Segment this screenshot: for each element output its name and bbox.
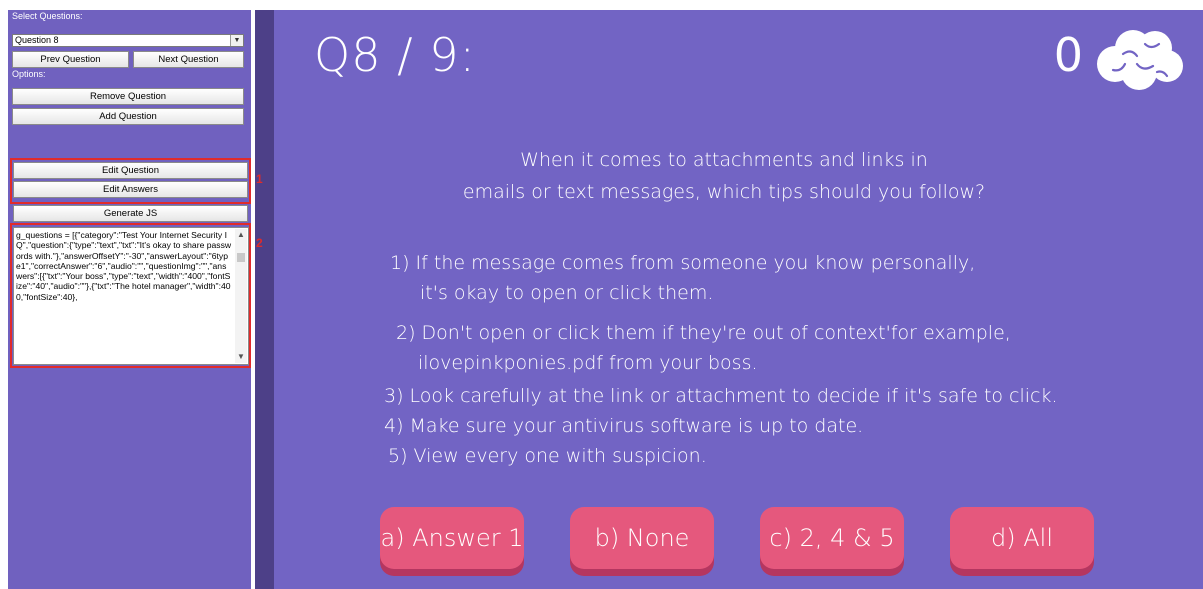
score-value: 0 (1053, 28, 1083, 82)
answer-button-c[interactable]: c) 2, 4 & 5 (760, 507, 904, 569)
select-questions-label: Select Questions: (12, 11, 83, 21)
editor-panel: Select Questions: Question 8 ▼ Prev Ques… (8, 10, 251, 589)
scroll-up-icon[interactable]: ▲ (235, 229, 247, 241)
answer-button-b[interactable]: b) None (570, 507, 714, 569)
answer-button-d[interactable]: d) All (950, 507, 1094, 569)
answer-button-a[interactable]: a) Answer 1 (380, 507, 524, 569)
option-line-7: 5) View every one with suspicion. (388, 445, 707, 467)
quiz-stage: Q8 / 9: 0 When it comes to attachments a… (274, 10, 1203, 589)
annotation-marker-1: 1 (256, 172, 263, 186)
remove-question-button[interactable]: Remove Question (12, 88, 244, 105)
options-label: Options: (12, 69, 46, 79)
code-scrollbar[interactable]: ▲ ▼ (235, 229, 247, 363)
option-line-3: 2) Don't open or click them if they're o… (396, 322, 1011, 344)
generated-code-textarea[interactable]: g_questions = [{"category":"Test Your In… (13, 227, 249, 365)
option-line-1: 1) If the message comes from someone you… (390, 252, 976, 274)
chevron-down-icon[interactable]: ▼ (230, 35, 243, 46)
question-text: When it comes to attachments and links i… (394, 144, 1054, 208)
question-line-2: emails or text messages, which tips shou… (462, 181, 986, 203)
scroll-thumb[interactable] (237, 253, 245, 262)
option-line-4: ilovepinkponies.pdf from your boss. (418, 352, 758, 374)
add-question-button[interactable]: Add Question (12, 108, 244, 125)
option-line-6: 4) Make sure your antivirus software is … (384, 415, 864, 437)
edit-question-button[interactable]: Edit Question (13, 162, 248, 179)
generated-code-text: g_questions = [{"category":"Test Your In… (16, 230, 232, 302)
option-line-2: it's okay to open or click them. (420, 282, 714, 304)
next-question-button[interactable]: Next Question (133, 51, 244, 68)
generate-js-button[interactable]: Generate JS (13, 205, 248, 222)
prev-question-button[interactable]: Prev Question (12, 51, 129, 68)
annotation-marker-2: 2 (256, 236, 263, 250)
selected-question-value: Question 8 (15, 35, 59, 45)
edit-answers-button[interactable]: Edit Answers (13, 181, 248, 198)
scroll-down-icon[interactable]: ▼ (235, 351, 247, 363)
question-line-1: When it comes to attachments and links i… (520, 149, 928, 171)
question-counter: Q8 / 9: (314, 28, 476, 82)
brain-icon (1097, 30, 1183, 90)
quiz-gutter (255, 10, 274, 589)
question-select[interactable]: Question 8 ▼ (12, 34, 244, 47)
option-line-5: 3) Look carefully at the link or attachm… (384, 385, 1058, 407)
